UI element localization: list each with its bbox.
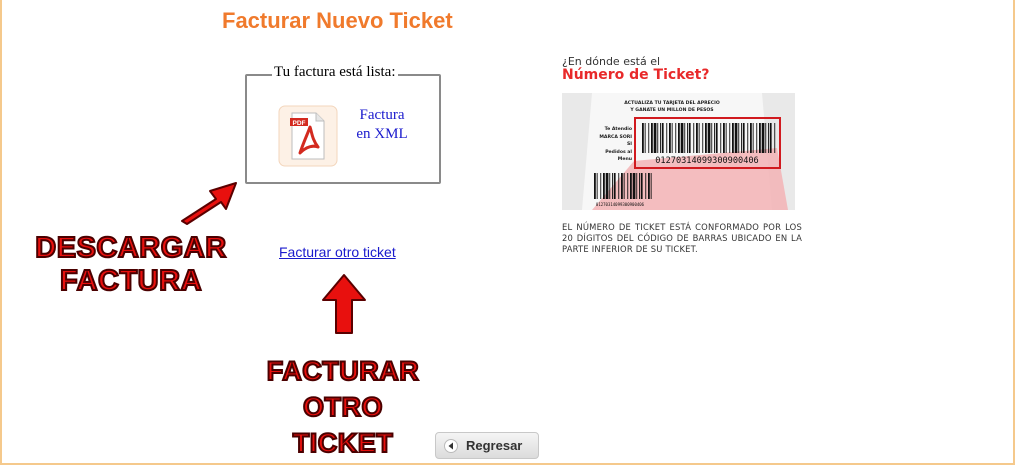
ticket-number-large: 01270314099300900406 (655, 156, 758, 166)
back-arrow-icon (442, 437, 460, 455)
arrow-up-icon (322, 274, 366, 334)
xml-invoice-link[interactable]: Factura en XML (350, 106, 414, 144)
ticket-line-3: SI (627, 141, 632, 147)
invoice-another-ticket-link[interactable]: Facturar otro ticket (279, 244, 396, 260)
back-button[interactable]: Regresar (435, 432, 539, 459)
ticket-line-4: Pedidos al (605, 149, 632, 155)
ticket-line-2: MARCA SORI (599, 134, 632, 140)
ticket-number-small: 01270314099300900406 (596, 202, 645, 207)
ticket-example-image: ACTUALIZA TU TARJETA DEL APRECIO Y GANAT… (562, 93, 795, 210)
pdf-icon-label: PDF (293, 120, 306, 127)
ticket-header-line1: ACTUALIZA TU TARJETA DEL APRECIO (624, 100, 720, 106)
annotation-descargar-line2: FACTURA (59, 264, 203, 298)
annotation-facturar-line3: TICKET (292, 427, 394, 459)
page-title: Facturar Nuevo Ticket (222, 8, 453, 33)
help-description: EL NÚMERO DE TICKET ESTÁ CONFORMADO POR … (562, 222, 802, 254)
annotation-facturar-line2: OTRO (302, 391, 384, 423)
ticket-header-line2: Y GANATE UN MILLON DE PESOS (629, 107, 713, 113)
arrow-up-right-icon (181, 182, 237, 225)
pdf-icon[interactable]: PDF (278, 105, 338, 167)
annotation-download-invoice: DESCARGAR FACTURA (26, 231, 236, 298)
annotation-descargar-line1: DESCARGAR (34, 231, 227, 265)
annotation-invoice-other-ticket: FACTURAR OTRO TICKET (258, 353, 428, 461)
ticket-line-1: Te Atendio (605, 126, 632, 132)
xml-link-line2[interactable]: en XML (350, 125, 414, 144)
invoice-ready-legend: Tu factura está lista: (272, 64, 398, 81)
annotation-facturar-line1: FACTURAR (266, 355, 420, 387)
help-title: Número de Ticket? (562, 67, 710, 83)
back-button-label: Regresar (466, 438, 523, 453)
ticket-line-5: Menu (618, 156, 632, 162)
xml-link-line1[interactable]: Factura (350, 106, 414, 125)
